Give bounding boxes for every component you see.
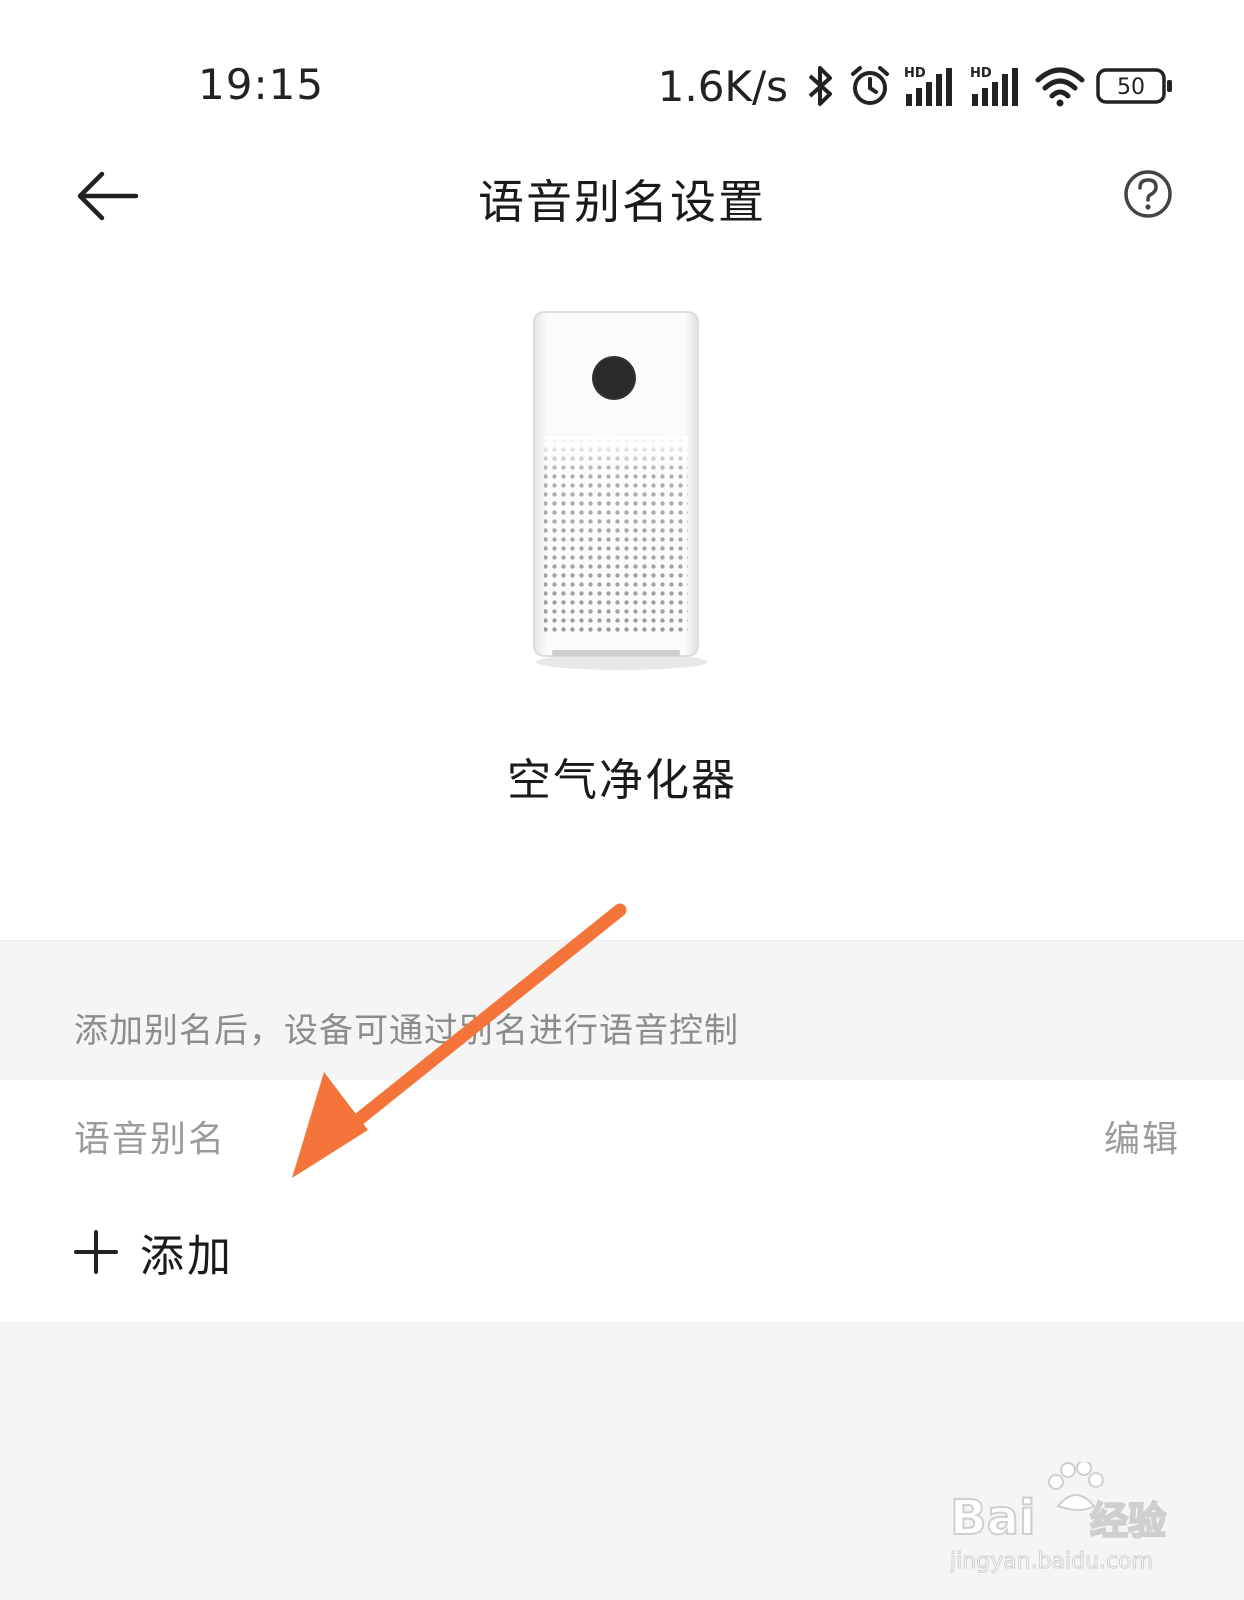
header-bar: 语音别名设置: [0, 140, 1244, 250]
bluetooth-icon: [808, 66, 832, 106]
baidu-jingyan-watermark: Bai 经验 jingyan.baidu.com: [950, 1462, 1167, 1575]
screen: 19:15 1.6K/s HD HD 50 语音别名设置 空气净化器 添加别名后…: [0, 0, 1244, 1600]
alarm-icon: [851, 66, 889, 105]
alias-section: 语音别名 编辑 添加: [0, 1080, 1244, 1322]
help-circle-icon: [1124, 170, 1172, 218]
help-button[interactable]: [1122, 168, 1174, 220]
device-image: [532, 310, 712, 675]
alias-section-label: 语音别名: [74, 1119, 227, 1160]
svg-text:HD: HD: [970, 66, 992, 81]
hd-signal-icon: HD: [904, 66, 952, 106]
network-speed: 1.6K/s: [657, 61, 788, 111]
battery-level: 50: [1117, 75, 1145, 100]
plus-icon: [74, 1230, 118, 1274]
device-name: 空气净化器: [507, 755, 737, 806]
svg-text:HD: HD: [904, 66, 926, 81]
info-band: 添加别名后，设备可通过别名进行语音控制: [0, 940, 1244, 1081]
battery-icon: 50: [1096, 68, 1172, 104]
hd-signal-icon: HD: [970, 66, 1018, 106]
watermark-brand-suffix: 经验: [1090, 1499, 1166, 1543]
watermark-brand: Bai: [950, 1490, 1035, 1546]
add-alias-label: 添加: [140, 1231, 234, 1282]
page-title: 语音别名设置: [478, 175, 766, 229]
edit-button[interactable]: 编辑: [1104, 1110, 1180, 1162]
add-alias-button[interactable]: 添加: [74, 1220, 234, 1284]
air-purifier-image: [533, 311, 708, 670]
alias-hint-text: 添加别名后，设备可通过别名进行语音控制: [74, 1011, 739, 1051]
wifi-icon: [1035, 67, 1085, 107]
watermark-url: jingyan.baidu.com: [950, 1549, 1153, 1574]
status-time: 19:15: [198, 60, 325, 109]
status-icons: 1.6K/s HD HD 50: [658, 58, 1174, 114]
